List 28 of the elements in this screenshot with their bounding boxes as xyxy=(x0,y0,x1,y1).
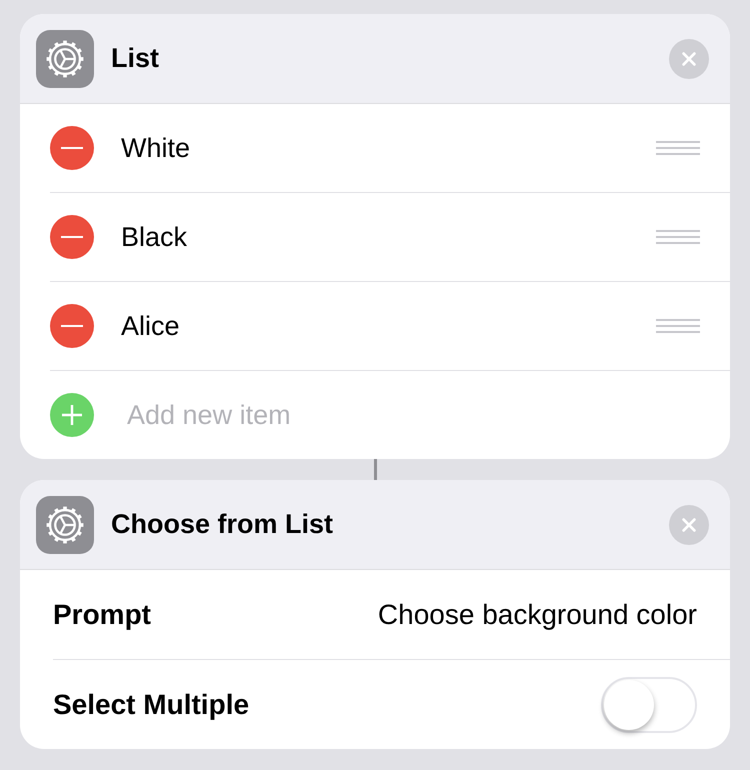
parameter-label: Prompt xyxy=(53,598,151,630)
close-icon xyxy=(680,50,698,68)
drag-handle-icon[interactable] xyxy=(656,319,700,333)
remove-button[interactable] xyxy=(50,215,94,259)
list-item: Alice xyxy=(121,310,181,342)
minus-icon xyxy=(61,325,83,327)
settings-icon xyxy=(36,496,94,554)
toggle-switch[interactable] xyxy=(601,676,697,732)
remove-button[interactable] xyxy=(50,304,94,348)
add-item-field[interactable]: Add new item xyxy=(127,400,527,430)
close-button[interactable] xyxy=(669,38,709,78)
card-title: Choose from List xyxy=(111,509,334,540)
minus-icon xyxy=(61,147,83,149)
close-button[interactable] xyxy=(669,504,709,544)
settings-icon xyxy=(36,30,94,88)
add-button[interactable] xyxy=(50,393,94,437)
connector-line xyxy=(374,459,376,480)
remove-button[interactable] xyxy=(50,126,94,170)
drag-handle-icon[interactable] xyxy=(656,141,700,155)
close-icon xyxy=(680,516,698,534)
minus-icon xyxy=(61,236,83,238)
list-item: White xyxy=(121,132,192,164)
card-title: List xyxy=(111,43,160,74)
parameter-label: Select Multiple xyxy=(53,688,250,720)
plus-icon xyxy=(62,405,82,425)
list-item: Black xyxy=(121,222,188,252)
parameter-value[interactable]: Choose background color xyxy=(378,598,697,630)
drag-handle-icon[interactable] xyxy=(656,230,700,244)
